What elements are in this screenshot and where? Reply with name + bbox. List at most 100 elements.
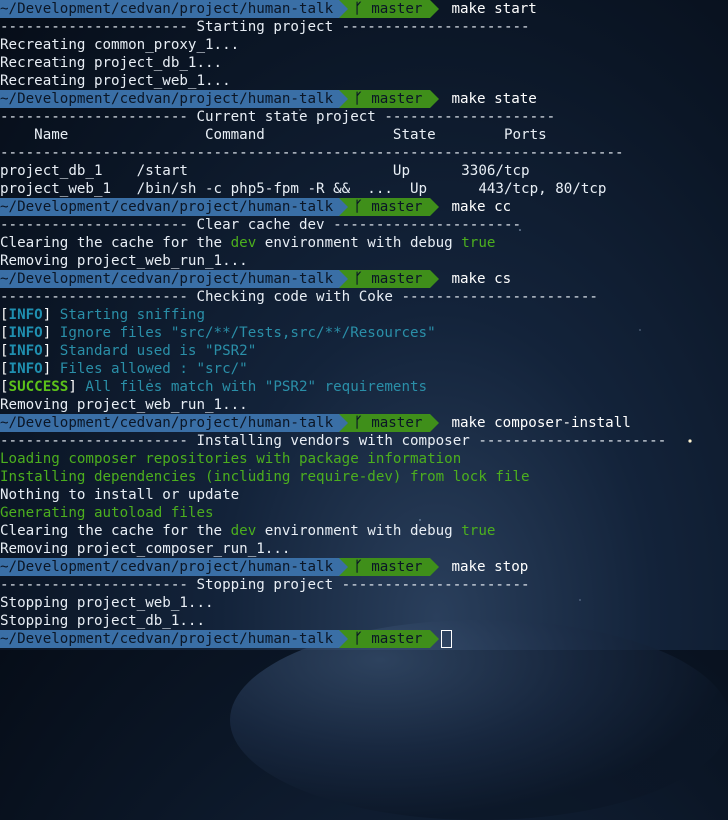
prompt-path: ~/Development/cedvan/project/human-talk xyxy=(0,270,340,288)
output-segment: dev xyxy=(230,523,257,539)
powerline-separator-icon xyxy=(339,270,349,288)
output-line: Nothing to install or update xyxy=(0,486,728,504)
output-line: ---------------------- Starting project … xyxy=(0,18,728,36)
prompt-branch: ᚴ master xyxy=(348,414,431,432)
output-text: Stopping project_web_1... xyxy=(0,595,214,611)
output-line: Recreating common_proxy_1... xyxy=(0,36,728,54)
prompt-branch: ᚴ master xyxy=(348,558,431,576)
output-segment: environment with debug xyxy=(256,235,462,251)
background-planet xyxy=(230,620,728,820)
output-text: Nothing to install or update xyxy=(0,487,240,503)
success-tag: SUCCESS xyxy=(8,379,69,395)
output-line: Loading composer repositories with packa… xyxy=(0,450,728,468)
output-line: Removing project_composer_run_1... xyxy=(0,540,728,558)
output-line: [INFO] Standard used is "PSR2" xyxy=(0,342,728,360)
output-segment: dev xyxy=(230,235,257,251)
output-line: Clearing the cache for the dev environme… xyxy=(0,522,728,540)
output-text: Generating autoload files xyxy=(0,505,214,521)
output-line: [INFO] Starting sniffing xyxy=(0,306,728,324)
powerline-separator-icon xyxy=(339,90,349,108)
output-text: project_web_1 /bin/sh -c php5-fpm -R && … xyxy=(0,181,607,197)
output-segment: Clearing the cache for the xyxy=(0,235,231,251)
git-branch-icon: ᚴ xyxy=(354,1,372,17)
powerline-separator-icon xyxy=(339,414,349,432)
output-text: ---------------------- Current state pro… xyxy=(0,109,556,125)
output-line: ----------------------------------------… xyxy=(0,144,728,162)
prompt-branch: ᚴ master xyxy=(348,0,431,18)
shell-prompt: ~/Development/cedvan/project/human-talk ᚴ… xyxy=(0,414,728,432)
git-branch-icon: ᚴ xyxy=(354,559,372,575)
output-line: Generating autoload files xyxy=(0,504,728,522)
output-text: Loading composer repositories with packa… xyxy=(0,451,462,467)
git-branch-icon: ᚴ xyxy=(354,91,372,107)
tag-bracket-open: [ xyxy=(0,325,9,341)
prompt-path: ~/Development/cedvan/project/human-talk xyxy=(0,414,340,432)
prompt-path: ~/Development/cedvan/project/human-talk xyxy=(0,0,340,18)
output-text: ---------------------- Stopping project … xyxy=(0,577,530,593)
powerline-separator-icon xyxy=(430,0,440,18)
terminal-window[interactable]: ~/Development/cedvan/project/human-talk ᚴ… xyxy=(0,0,728,650)
prompt-command: make cc xyxy=(451,199,512,215)
output-text: project_db_1 /start Up 3306/tcp xyxy=(0,163,530,179)
output-text: Removing project_web_run_1... xyxy=(0,253,248,269)
shell-prompt: ~/Development/cedvan/project/human-talk ᚴ… xyxy=(0,90,728,108)
output-line: ---------------------- Clear cache dev -… xyxy=(0,216,728,234)
git-branch-icon: ᚴ xyxy=(354,271,372,287)
prompt-branch-name: master xyxy=(371,415,423,431)
info-tag: INFO xyxy=(8,361,43,377)
tag-bracket-close: ] xyxy=(42,361,52,377)
prompt-branch-name: master xyxy=(371,1,423,17)
tag-bracket-open: [ xyxy=(0,307,9,323)
shell-prompt: ~/Development/cedvan/project/human-talk ᚴ… xyxy=(0,270,728,288)
prompt-branch-name: master xyxy=(371,199,423,215)
block-cursor-icon xyxy=(441,630,453,648)
info-tag: INFO xyxy=(8,325,43,341)
output-line: project_web_1 /bin/sh -c php5-fpm -R && … xyxy=(0,180,728,198)
log-message: Files allowed : "src/" xyxy=(51,361,248,377)
powerline-separator-icon xyxy=(339,0,349,18)
shell-prompt: ~/Development/cedvan/project/human-talk ᚴ… xyxy=(0,198,728,216)
output-segment: environment with debug xyxy=(256,523,462,539)
output-segment: true xyxy=(461,235,496,251)
output-line: ---------------------- Stopping project … xyxy=(0,576,728,594)
prompt-command: make state xyxy=(451,91,537,107)
output-text: Name Command State Ports xyxy=(0,127,547,143)
output-text: Removing project_composer_run_1... xyxy=(0,541,291,557)
shell-prompt: ~/Development/cedvan/project/human-talk ᚴ… xyxy=(0,0,728,18)
output-text: Stopping project_db_1... xyxy=(0,613,205,629)
output-line: project_db_1 /start Up 3306/tcp xyxy=(0,162,728,180)
output-line: [SUCCESS] All files match with "PSR2" re… xyxy=(0,378,728,396)
git-branch-icon: ᚴ xyxy=(354,199,372,215)
output-line: ---------------------- Installing vendor… xyxy=(0,432,728,450)
output-text: ---------------------- Clear cache dev -… xyxy=(0,217,522,233)
output-line: Clearing the cache for the dev environme… xyxy=(0,234,728,252)
prompt-branch-name: master xyxy=(371,91,423,107)
prompt-path: ~/Development/cedvan/project/human-talk xyxy=(0,630,340,648)
powerline-separator-icon xyxy=(339,198,349,216)
prompt-path: ~/Development/cedvan/project/human-talk xyxy=(0,558,340,576)
output-segment: true xyxy=(461,523,496,539)
git-branch-icon: ᚴ xyxy=(354,415,372,431)
output-text: Removing project_web_run_1... xyxy=(0,397,248,413)
output-text: Recreating project_web_1... xyxy=(0,73,231,89)
prompt-command: make cs xyxy=(451,271,512,287)
prompt-path: ~/Development/cedvan/project/human-talk xyxy=(0,90,340,108)
log-message: All files match with "PSR2" requirements xyxy=(76,379,428,395)
tag-bracket-open: [ xyxy=(0,343,9,359)
powerline-separator-icon xyxy=(430,558,440,576)
output-line: Recreating project_db_1... xyxy=(0,54,728,72)
output-text: ---------------------- Installing vendor… xyxy=(0,433,667,449)
prompt-command: make stop xyxy=(451,559,529,575)
output-text: ----------------------------------------… xyxy=(0,145,624,161)
powerline-separator-icon xyxy=(430,630,440,648)
output-segment: Clearing the cache for the xyxy=(0,523,231,539)
output-line: Stopping project_db_1... xyxy=(0,612,728,630)
prompt-command: make start xyxy=(451,1,537,17)
tag-bracket-close: ] xyxy=(42,343,52,359)
output-line: [INFO] Files allowed : "src/" xyxy=(0,360,728,378)
output-line: Installing dependencies (including requi… xyxy=(0,468,728,486)
powerline-separator-icon xyxy=(430,90,440,108)
output-text: ---------------------- Checking code wit… xyxy=(0,289,598,305)
output-text: Recreating project_db_1... xyxy=(0,55,223,71)
prompt-branch: ᚴ master xyxy=(348,90,431,108)
